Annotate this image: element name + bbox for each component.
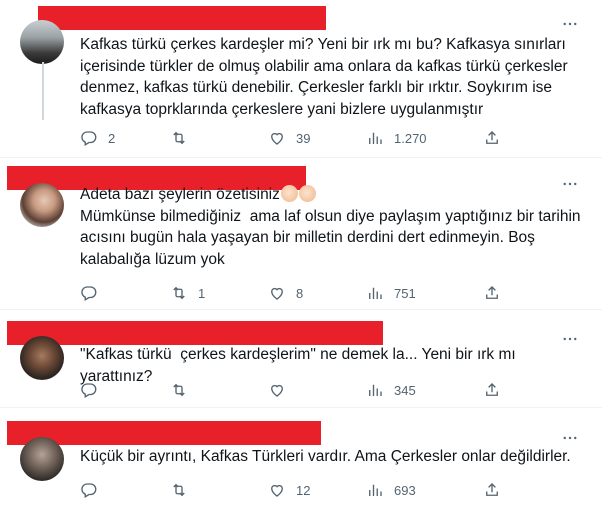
tweet-actions: 12 693 — [72, 480, 512, 500]
like-button[interactable]: 39 — [268, 128, 310, 148]
redacted-username-bar — [38, 6, 326, 30]
reply-icon — [81, 286, 97, 301]
share-icon — [486, 131, 498, 144]
retweet-count: 1 — [198, 285, 206, 301]
like-button[interactable]: 12 — [268, 480, 310, 500]
tweet-text-first-line: Adeta bazı şeylerin özetisiniz — [80, 186, 280, 203]
retweet-icon — [173, 383, 185, 397]
clapping-hands-icon — [280, 185, 298, 202]
clapping-hands-icon — [298, 185, 316, 202]
more-icon[interactable] — [560, 428, 580, 448]
reply-button[interactable] — [80, 480, 98, 500]
retweet-icon — [173, 131, 185, 145]
tweet-text: Adeta bazı şeylerin özetisiniz Mümkünse … — [80, 184, 585, 270]
views-icon — [369, 132, 382, 144]
tweet-text-body: Mümkünse bilmediğiniz ama laf olsun diye… — [80, 207, 585, 268]
tweet-text: Kafkas türkü çerkes kardeşler mi? Yeni b… — [80, 36, 572, 118]
views-button[interactable]: 345 — [366, 380, 416, 400]
avatar[interactable] — [20, 336, 64, 380]
tweet-4[interactable]: Küçük bir ayrıntı, Kafkas Türkleri vardı… — [0, 408, 602, 519]
reply-button[interactable] — [80, 380, 98, 400]
redacted-username-bar — [7, 321, 383, 345]
thread-line — [42, 62, 44, 120]
views-button[interactable]: 751 — [366, 283, 416, 303]
views-button[interactable]: 1.270 — [366, 128, 427, 148]
views-icon — [369, 287, 382, 299]
heart-icon — [271, 484, 283, 497]
retweet-button[interactable]: 1 — [170, 283, 205, 303]
like-count: 12 — [296, 482, 311, 498]
views-count: 693 — [394, 482, 416, 498]
like-count: 39 — [296, 130, 311, 146]
like-button[interactable] — [268, 380, 286, 400]
reply-button[interactable] — [80, 283, 98, 303]
share-icon — [486, 483, 498, 496]
heart-icon — [271, 384, 283, 397]
views-button[interactable]: 693 — [366, 480, 416, 500]
share-button[interactable] — [483, 380, 501, 400]
retweet-icon — [173, 286, 185, 300]
views-icon — [369, 484, 382, 496]
retweet-button[interactable] — [170, 128, 188, 148]
views-count: 1.270 — [394, 130, 427, 146]
tweet-actions: 1 8 751 — [72, 283, 512, 303]
retweet-button[interactable] — [170, 480, 188, 500]
like-button[interactable]: 8 — [268, 283, 303, 303]
share-icon — [486, 286, 498, 299]
tweet-actions: 345 — [72, 380, 512, 400]
avatar[interactable] — [20, 183, 64, 227]
views-count: 751 — [394, 285, 416, 301]
reply-icon — [81, 483, 97, 498]
views-icon — [369, 384, 382, 396]
reply-icon — [81, 131, 97, 146]
tweet-3[interactable]: "Kafkas türkü çerkes kardeşlerim" ne dem… — [0, 310, 602, 408]
tweet-2[interactable]: Adeta bazı şeylerin özetisiniz Mümkünse … — [0, 158, 602, 310]
reply-icon — [81, 383, 97, 398]
share-button[interactable] — [483, 283, 501, 303]
like-count: 8 — [296, 285, 304, 301]
avatar[interactable] — [20, 437, 64, 481]
heart-icon — [271, 132, 283, 145]
retweet-button[interactable] — [170, 380, 188, 400]
share-icon — [486, 383, 498, 396]
reply-count: 2 — [108, 130, 116, 146]
tweet-1[interactable]: Kafkas türkü çerkes kardeşler mi? Yeni b… — [0, 0, 602, 158]
more-icon[interactable] — [560, 14, 580, 34]
tweet-actions: 2 39 1.270 — [72, 128, 512, 148]
tweet-text: Küçük bir ayrıntı, Kafkas Türkleri vardı… — [80, 448, 571, 465]
share-button[interactable] — [483, 128, 501, 148]
reply-button[interactable]: 2 — [80, 128, 115, 148]
share-button[interactable] — [483, 480, 501, 500]
avatar[interactable] — [20, 20, 64, 64]
heart-icon — [271, 287, 283, 300]
views-count: 345 — [394, 382, 416, 398]
retweet-icon — [173, 483, 185, 497]
